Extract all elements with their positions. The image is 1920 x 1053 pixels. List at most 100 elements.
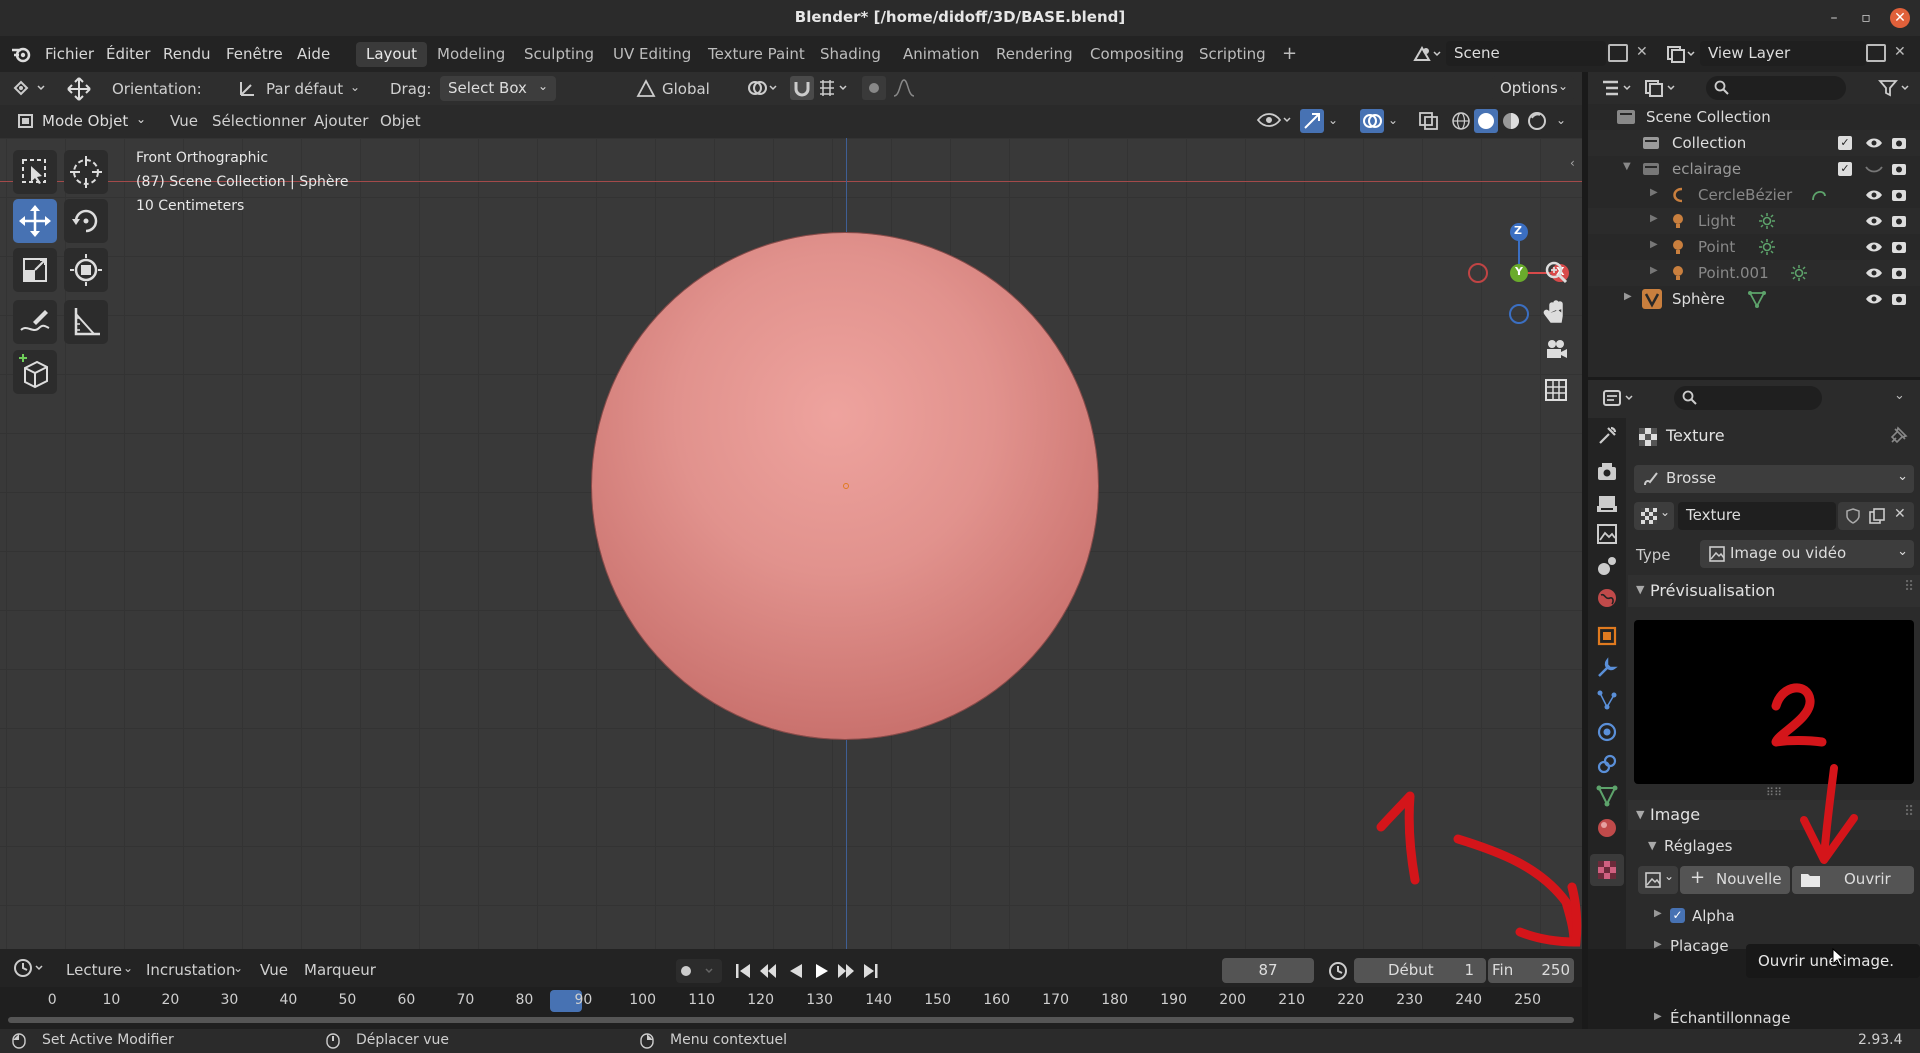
drag-handle-icon[interactable]: ⠿ (1904, 579, 1914, 595)
image-browse-button[interactable]: ⌄ (1638, 866, 1678, 894)
material-tab-icon[interactable] (1595, 816, 1619, 840)
expand-arrow-icon[interactable]: ▶ (1650, 265, 1658, 276)
orientation-dropdown[interactable]: Par défaut (266, 80, 343, 98)
exclude-checkbox[interactable]: ✓ (1838, 136, 1852, 150)
eye-icon[interactable] (1864, 213, 1884, 229)
material-shading-icon[interactable] (1500, 110, 1522, 132)
add-cube-tool-button[interactable] (13, 350, 57, 394)
outliner-row-point-001[interactable]: ▶ Point.001 (1588, 260, 1920, 286)
menu-editer[interactable]: Éditer (106, 45, 150, 63)
duplicate-icon[interactable] (1868, 507, 1886, 525)
pin-icon[interactable] (1888, 426, 1908, 446)
move-tool-button[interactable] (13, 199, 57, 243)
end-frame-field[interactable]: Fin 250 (1488, 958, 1574, 983)
gizmo-toggle-icon[interactable] (1300, 109, 1324, 133)
chevron-down-icon[interactable]: ⌄ (1556, 113, 1566, 127)
tab-modeling[interactable]: Modeling (427, 42, 515, 67)
chevron-down-icon[interactable]: ⌄ (1894, 388, 1905, 403)
expand-arrow-icon[interactable]: ▶ (1654, 908, 1662, 919)
properties-search-input[interactable] (1674, 386, 1822, 410)
mapping-section-title[interactable]: Placage (1670, 937, 1729, 955)
cursor-tool-button[interactable] (64, 150, 108, 194)
snap-target-icon[interactable] (818, 78, 852, 98)
minimize-button[interactable]: – (1824, 8, 1844, 28)
eye-icon[interactable] (1864, 187, 1884, 203)
visibility-filter-icon[interactable] (1256, 109, 1292, 131)
menu-rendu[interactable]: Rendu (163, 45, 211, 63)
new-image-button[interactable]: + Nouvelle (1680, 866, 1790, 894)
eye-icon[interactable] (1864, 239, 1884, 255)
constraints-tab-icon[interactable] (1595, 752, 1619, 776)
expand-arrow-icon[interactable]: ▶ (1650, 239, 1658, 250)
output-tab-icon[interactable] (1595, 492, 1619, 516)
record-button[interactable] (676, 959, 722, 983)
annotate-tool-button[interactable] (13, 300, 57, 344)
modifier-tab-icon[interactable] (1595, 656, 1619, 680)
editor-type-icon[interactable] (12, 78, 48, 98)
view-layer-icon[interactable] (1666, 44, 1696, 64)
drag-dropdown[interactable]: Select Box ⌄ (440, 76, 556, 101)
display-mode-icon[interactable] (1644, 78, 1680, 98)
expand-arrow-icon[interactable]: ▶ (1650, 213, 1658, 224)
type-dropdown[interactable]: Image ou vidéo ⌄ (1700, 540, 1914, 568)
scene-name-field[interactable]: Scene (1446, 41, 1606, 66)
tab-texture-paint[interactable]: Texture Paint (698, 42, 815, 67)
eye-icon[interactable] (1864, 135, 1884, 151)
outliner-editor-type-icon[interactable] (1600, 78, 1636, 98)
menu-ajouter[interactable]: Ajouter (314, 112, 368, 130)
options-dropdown[interactable]: Options ⌄ (1492, 76, 1574, 101)
render-camera-icon[interactable] (1890, 134, 1908, 152)
scale-tool-button[interactable] (13, 248, 57, 292)
exclude-checkbox[interactable]: ✓ (1838, 162, 1852, 176)
render-camera-icon[interactable] (1890, 290, 1908, 308)
tool-tab-icon[interactable] (1595, 424, 1619, 448)
menu-fichier[interactable]: Fichier (45, 45, 94, 63)
menu-selectionner[interactable]: Sélectionner (212, 112, 306, 130)
expand-arrow-icon[interactable]: ▶ (1650, 187, 1658, 198)
tab-layout[interactable]: Layout (356, 42, 427, 67)
particles-tab-icon[interactable] (1595, 688, 1619, 712)
orthographic-toggle-icon[interactable] (1540, 374, 1572, 406)
alpha-checkbox[interactable]: ✓ (1670, 908, 1685, 923)
render-camera-icon[interactable] (1890, 238, 1908, 256)
eye-icon[interactable] (1864, 291, 1884, 307)
rotate-tool-button[interactable] (64, 199, 108, 243)
maximize-button[interactable]: ▫ (1856, 8, 1876, 28)
tab-uv-editing[interactable]: UV Editing (603, 42, 701, 67)
outliner-row-light[interactable]: ▶ Light (1588, 208, 1920, 234)
expand-arrow-icon[interactable]: ▶ (1624, 291, 1632, 302)
filter-icon[interactable] (1878, 78, 1914, 98)
outliner-row-sphere[interactable]: ▶ Sphère (1588, 286, 1920, 312)
new-scene-icon[interactable] (1608, 44, 1628, 62)
sampling-section-title[interactable]: Échantillonnage (1670, 1009, 1790, 1027)
zoom-icon[interactable] (1540, 256, 1572, 288)
fake-user-shield-icon[interactable] (1844, 507, 1862, 525)
texture-browse-button[interactable]: ⌄ (1634, 502, 1674, 530)
menu-objet[interactable]: Objet (380, 112, 421, 130)
xray-toggle-icon[interactable] (1418, 111, 1440, 131)
outliner-row-scene-collection[interactable]: Scene Collection (1588, 104, 1920, 130)
preview-panel-header[interactable]: ▼ Prévisualisation ⠿ (1628, 575, 1920, 607)
snap-magnet-icon[interactable] (790, 76, 814, 100)
object-tab-icon[interactable] (1595, 624, 1619, 648)
render-camera-icon[interactable] (1890, 186, 1908, 204)
delete-scene-icon[interactable]: ✕ (1636, 44, 1648, 60)
expand-arrow-icon[interactable]: ▶ (1654, 939, 1662, 950)
timeline-menu-incrustation[interactable]: Incrustation (146, 961, 235, 979)
camera-view-icon[interactable] (1540, 334, 1572, 366)
overlays-toggle-icon[interactable] (1360, 109, 1384, 133)
render-camera-icon[interactable] (1890, 264, 1908, 282)
render-camera-icon[interactable] (1890, 160, 1908, 178)
select-box-tool-button[interactable] (13, 150, 57, 194)
add-workspace-button[interactable]: + (1272, 40, 1307, 65)
physics-tab-icon[interactable] (1595, 720, 1619, 744)
timeline-menu-vue[interactable]: Vue (260, 961, 288, 979)
eye-icon[interactable] (1864, 265, 1884, 281)
outliner-row-collection[interactable]: Collection ✓ (1588, 130, 1920, 156)
measure-tool-button[interactable] (64, 300, 108, 344)
tab-scripting[interactable]: Scripting (1189, 42, 1276, 67)
new-view-layer-icon[interactable] (1866, 44, 1886, 62)
eye-closed-icon[interactable] (1864, 161, 1884, 177)
transform-orientation-dropdown[interactable]: Global (662, 80, 710, 98)
menu-vue[interactable]: Vue (170, 112, 198, 130)
